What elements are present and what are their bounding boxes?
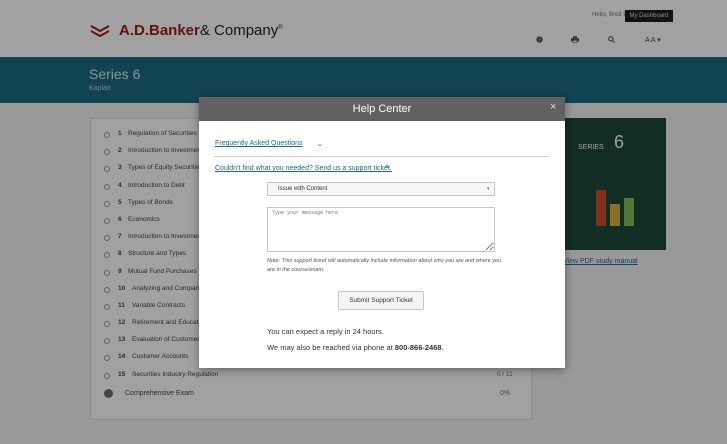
close-icon[interactable]: ×: [550, 101, 556, 113]
issue-type-select[interactable]: Issue with Content ▾: [267, 182, 495, 196]
phone-suffix: .: [441, 343, 444, 352]
chevron-up-icon[interactable]: ˄: [385, 164, 389, 171]
message-textarea[interactable]: [267, 207, 495, 252]
modal-title: Help Center: [352, 103, 412, 115]
ticket-note: Note: This support ticket will automatic…: [267, 258, 502, 273]
submit-support-ticket-button[interactable]: Submit Support Ticket: [338, 291, 424, 310]
faq-toggle-link[interactable]: Frequently Asked Questions: [215, 140, 303, 147]
help-center-modal: Help Center × Frequently Asked Questions…: [199, 97, 565, 368]
issue-type-value: Issue with Content: [278, 186, 328, 192]
section-divider: [214, 156, 549, 157]
phone-contact-text: We may also be reached via phone at 800-…: [267, 343, 444, 352]
modal-header: Help Center ×: [199, 97, 565, 121]
phone-number[interactable]: 800-866-2468: [395, 343, 442, 352]
caret-down-icon: ▾: [487, 186, 490, 192]
phone-prefix: We may also be reached via phone at: [267, 343, 395, 352]
support-ticket-toggle-link[interactable]: Couldn't find what you needed? Send us a…: [215, 165, 392, 172]
reply-time-text: You can expect a reply in 24 hours.: [267, 327, 384, 336]
chevron-down-icon[interactable]: ⌄: [317, 140, 323, 148]
